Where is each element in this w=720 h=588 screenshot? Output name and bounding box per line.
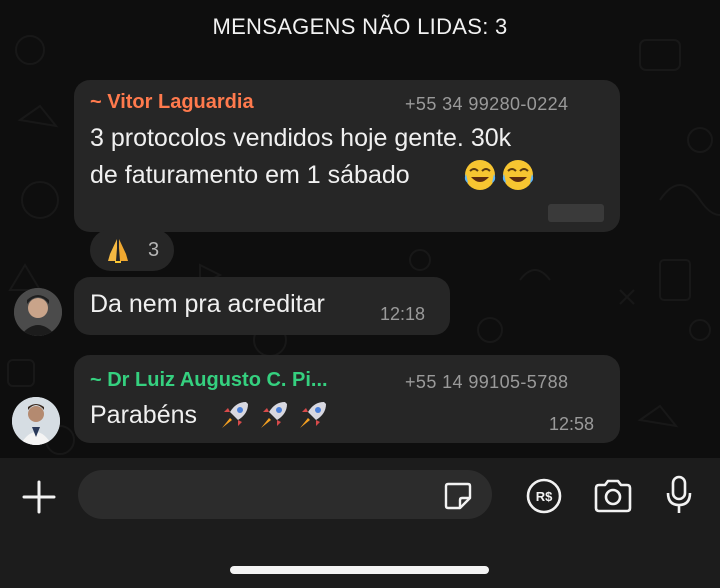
reaction-count: 3: [148, 239, 160, 261]
message-time: 12:18: [380, 304, 426, 324]
sender-phone-vitor[interactable]: +55 34 99280-0224: [405, 94, 568, 115]
microphone-icon[interactable]: [666, 475, 692, 517]
camera-icon[interactable]: [592, 478, 634, 514]
folded-hands-icon: [108, 239, 128, 263]
sticker-icon[interactable]: [442, 480, 474, 512]
svg-text:R$: R$: [536, 489, 553, 504]
sender-name-vitor[interactable]: ~ Vitor Laguardia: [90, 91, 254, 114]
sender-phone-luiz[interactable]: +55 14 99105-5788: [405, 372, 568, 393]
face-with-tears-of-joy-icon: [502, 160, 534, 190]
home-indicator[interactable]: [230, 566, 489, 574]
rocket-icon: [261, 402, 287, 428]
reaction-pill[interactable]: 3: [90, 229, 174, 271]
face-with-tears-of-joy-icon: [464, 160, 496, 190]
sender-name-luiz[interactable]: ~ Dr Luiz Augusto C. Pi...: [90, 369, 328, 392]
redacted-timestamp: [548, 204, 604, 222]
plus-icon[interactable]: [20, 478, 58, 516]
message-text-line-2: de faturamento em 1 sábado: [90, 161, 410, 189]
payment-brl-icon[interactable]: R$: [526, 478, 562, 514]
avatar-luiz[interactable]: [12, 397, 60, 445]
rocket-icon: [222, 402, 248, 428]
avatar-sender-2[interactable]: [14, 288, 62, 336]
message-text: Da nem pra acreditar: [90, 290, 325, 318]
message-text: Parabéns: [90, 401, 198, 429]
message-text-line-1: 3 protocolos vendidos hoje gente. 30k: [90, 124, 512, 152]
unread-messages-banner: MENSAGENS NÃO LIDAS: 3: [212, 14, 508, 39]
message-time: 12:58: [549, 414, 595, 434]
message-input[interactable]: [78, 470, 492, 519]
rocket-icon: [300, 402, 326, 428]
